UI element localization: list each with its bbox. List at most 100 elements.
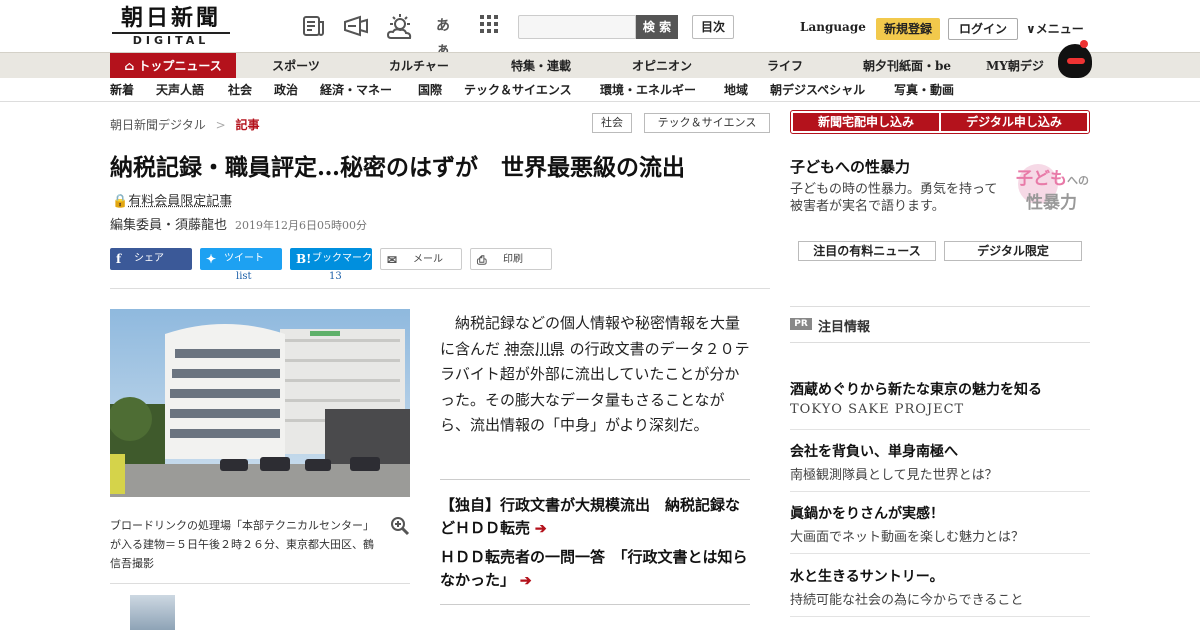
language-link[interactable]: Language [800,20,866,34]
subnav-item-latest[interactable]: 新着 [110,78,134,102]
pr-item-sub[interactable]: 大画面でネット動画を楽しむ魅力とは？ [790,526,1090,545]
article-photo[interactable] [110,309,410,497]
nav-item-top-news[interactable]: ⌂ トップニュース [110,53,236,79]
subnav-item-special[interactable]: 朝デジスペシャル [770,78,865,102]
twitter-share-button[interactable]: ✦ ツイート [200,248,282,270]
article-body: 納税記録などの個人情報や秘密情報を大量に含んだ 神奈川県 の行政文書のデータ２０… [440,311,750,439]
pr-item-sub[interactable]: 持続可能な社会の為に今からできること [790,589,1090,608]
nav-item-paper[interactable]: 朝夕刊紙面・be [846,53,968,79]
search-input[interactable] [518,15,636,39]
arrow-right-icon: ➔ [530,521,547,537]
nav-item-features[interactable]: 特集・連載 [482,53,600,79]
subnav-item-tensei[interactable]: 天声人語 [156,78,204,102]
breadcrumb: 朝日新聞デジタル > 記事 [110,116,260,133]
tag-tech[interactable]: テック＆サイエンス [644,113,770,133]
pr-item-title[interactable]: 眞鍋かをりさんが実感！ [790,503,1090,523]
toc-button[interactable]: 目次 [692,15,734,39]
pr-item-sub[interactable]: TOKYO SAKE PROJECT [790,402,1090,417]
print-icon: ⎙ [477,253,487,267]
weather-icon[interactable] [386,14,412,39]
divider [440,604,750,605]
logo-text-en: DIGITAL [112,32,230,48]
subnav-item-international[interactable]: 国際 [418,78,442,102]
hatena-label: ブックマーク [312,253,372,264]
twitter-icon: ✦ [206,252,217,266]
divider [790,553,1090,554]
subscribe-home-button[interactable]: 新聞宅配申し込み [793,113,939,131]
mascot-icon[interactable] [1058,40,1092,78]
menu-button[interactable]: ∨メニュー [1026,20,1084,37]
related-link[interactable]: 【独自】行政文書が大規模流出 納税記録などＨＤＤ転売 ➔ [440,494,750,541]
mail-share-button[interactable]: ✉ メール [380,248,462,270]
subnav-item-tech[interactable]: テック＆サイエンス [464,78,572,102]
zoom-icon[interactable] [390,516,410,541]
print-label: 印刷 [503,254,523,265]
pr-item-title[interactable]: 水と生きるサントリー。 [790,566,1090,586]
site-header: 朝日新聞 DIGITAL あぁ 検 索 目次 Language 新規登録 ログイ… [0,0,1200,58]
divider [440,479,750,480]
digital-only-button[interactable]: デジタル限定 [944,241,1082,261]
login-button[interactable]: ログイン [948,18,1018,40]
mail-icon: ✉ [387,253,398,267]
divider [110,583,410,584]
main-nav: ⌂ トップニュース スポーツ カルチャー 特集・連載 オピニオン ライフ 朝夕刊… [0,52,1200,79]
related-link-text: 【独自】行政文書が大規模流出 納税記録などＨＤＤ転売 [440,496,741,537]
breadcrumb-home[interactable]: 朝日新聞デジタル [110,118,206,132]
body-link-kanagawa[interactable]: 神奈川県 [505,340,565,358]
related-link-text: ＨＤＤ転売者の一問一答 「行政文書とは知らなかった」 [440,548,748,589]
article-title: 納税記録・職員評定…秘密のはずが 世界最悪級の流出 [110,154,685,181]
publish-date: 2019年12月6日05時00分 [235,219,367,232]
promo-title[interactable]: 子どもへの性暴力 [790,156,910,177]
divider [110,288,770,289]
print-button[interactable]: ⎙ 印刷 [470,248,552,270]
nav-item-sports[interactable]: スポーツ [236,53,356,79]
subscribe-digital-button[interactable]: デジタル申し込み [941,113,1087,131]
subnav-item-society[interactable]: 社会 [228,78,252,102]
paid-label-text: 有料会員限定記事 [128,194,233,209]
promo-logo-small: への [1067,174,1089,187]
promo-logo-line2: 性暴力 [1026,193,1077,213]
subnav-item-photo[interactable]: 写真・動画 [894,78,954,102]
register-button[interactable]: 新規登録 [876,18,940,40]
pr-item-sub[interactable]: 南極観測隊員として見た世界とは？ [790,464,1090,483]
search-button[interactable]: 検 索 [636,15,678,39]
promo-text[interactable]: 子どもの時の性暴力。勇気を持って被害者が実名で語ります。 [790,181,1005,215]
pr-item-title[interactable]: 会社を背負い、単身南極へ [790,441,1090,461]
nav-item-opinion[interactable]: オピニオン [600,53,724,79]
promo-logo-line1: 子ども [1016,169,1067,189]
mail-label: メール [413,254,443,265]
grid-icon[interactable] [476,14,502,38]
hatena-bookmark-button[interactable]: B! ブックマーク [290,248,372,270]
promo-logo[interactable]: 子どもへの 性暴力 [1012,162,1092,216]
paid-article-label[interactable]: 🔒有料会員限定記事 [112,190,232,209]
divider [790,342,1090,343]
nav-item-culture[interactable]: カルチャー [356,53,482,79]
megaphone-icon[interactable] [342,14,368,38]
subnav-item-region[interactable]: 地域 [724,78,748,102]
hatena-count[interactable]: 13 [329,271,342,282]
pr-item-title[interactable]: 酒蔵めぐりから新たな東京の魅力を知る [790,379,1090,399]
font-size-icon[interactable]: あぁ [430,14,456,58]
pr-section-title: 注目情報 [818,320,871,335]
chevron-down-icon: ∨ [1026,22,1036,36]
related-link[interactable]: ＨＤＤ転売者の一問一答 「行政文書とは知らなかった」 ➔ [440,546,750,593]
subnav-item-environment[interactable]: 環境・エネルギー [600,78,696,102]
divider [790,491,1090,492]
hatena-icon: B! [296,252,312,266]
divider [790,429,1090,430]
facebook-label: シェア [134,253,164,264]
newspaper-icon[interactable] [300,14,326,38]
paid-news-button[interactable]: 注目の有料ニュース [798,241,936,261]
divider [790,616,1090,617]
breadcrumb-current: 記事 [235,118,260,132]
subnav-item-economy[interactable]: 経済・マネー [320,78,392,102]
nav-item-life[interactable]: ライフ [724,53,846,79]
twitter-label: ツイート [224,253,264,264]
thumbnail-image[interactable] [130,595,175,630]
menu-label: メニュー [1035,22,1084,36]
twitter-count[interactable]: list [236,271,252,282]
facebook-share-button[interactable]: f シェア [110,248,192,270]
site-logo[interactable]: 朝日新聞 DIGITAL [112,6,230,48]
subnav-item-politics[interactable]: 政治 [274,78,298,102]
tag-society[interactable]: 社会 [592,113,632,133]
